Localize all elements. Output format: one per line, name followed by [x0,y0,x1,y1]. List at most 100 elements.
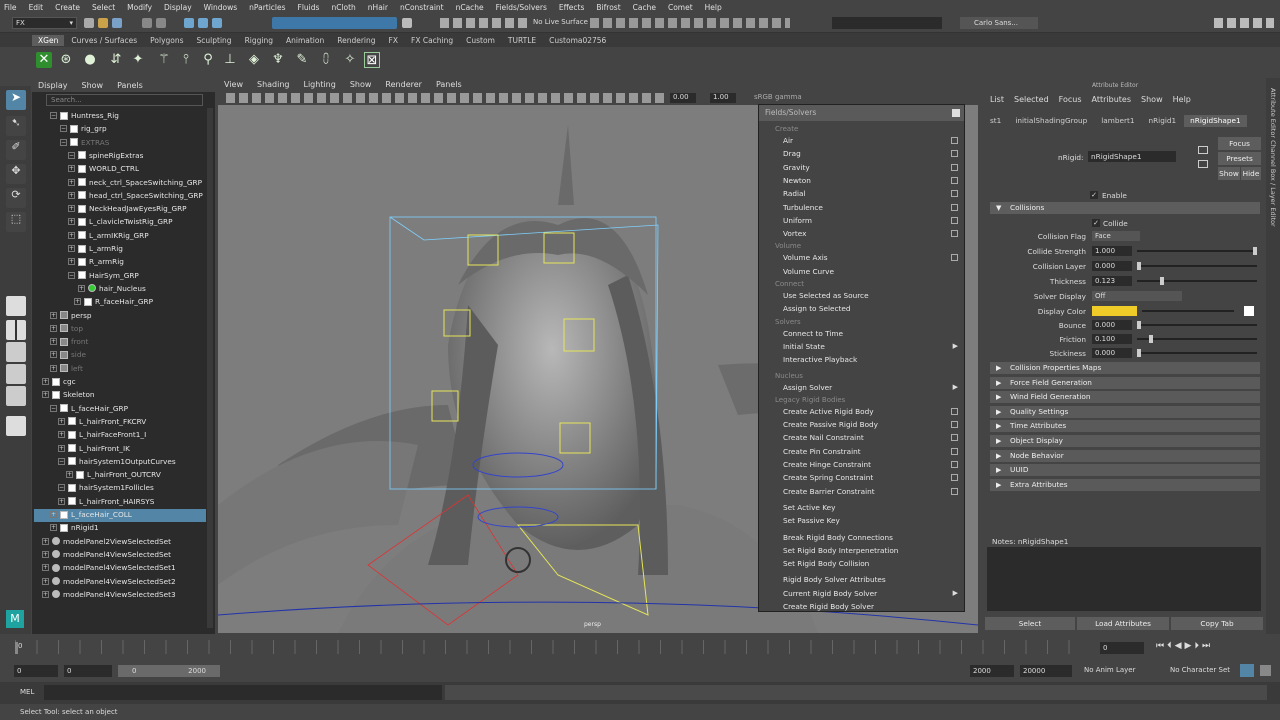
menu-nhair[interactable]: nHair [368,3,388,12]
shelf-tab-fx-caching[interactable]: FX Caching [405,35,459,46]
new-scene-icon[interactable] [84,18,94,28]
expand-toggle-icon[interactable]: + [50,524,57,532]
expand-toggle-icon[interactable]: + [58,444,65,452]
shelf-tab-polygons[interactable]: Polygons [144,35,189,46]
playback-controls[interactable]: ⏮⏴◀▶⏵⏭ [1156,641,1266,653]
attr-tab-nrigid1[interactable]: nRigid1 [1142,115,1182,127]
outliner-item[interactable]: + L_armRig [68,242,123,255]
expand-toggle-icon[interactable]: + [58,497,65,505]
menu-item-assign-solver[interactable]: Assign Solver [783,383,832,392]
expand-toggle-icon[interactable]: + [50,338,57,346]
live-surface-label[interactable]: No Live Surface [533,18,588,26]
notes-textarea[interactable] [987,547,1261,611]
attr-section-node-behavior[interactable]: ▶ Node Behavior [990,449,1260,462]
outliner-item[interactable]: + modelPanel2ViewSelectedSet [42,535,171,548]
expand-toggle-icon[interactable]: + [42,577,49,585]
xgen-cut-icon[interactable]: ⫯ [178,52,194,68]
viewport-menu-lighting[interactable]: Lighting [303,80,335,89]
attr-section-force-field-generation[interactable]: ▶ Force Field Generation [990,376,1260,389]
xgen-create-icon[interactable]: ⊛ [58,52,74,68]
menu-item-create-hinge-constraint[interactable]: Create Hinge Constraint [783,460,871,469]
sync-node-icon[interactable] [1198,160,1208,168]
option-box-icon[interactable] [951,487,958,495]
outliner-scrollbar[interactable] [207,108,213,628]
menu-ncache[interactable]: nCache [456,3,484,12]
option-box-icon[interactable] [951,421,958,429]
menu-item-create-spring-constraint[interactable]: Create Spring Constraint [783,473,873,482]
menu-item-create-active-rigid-body[interactable]: Create Active Rigid Body [783,407,874,416]
outliner-item[interactable]: + persp [50,309,92,322]
select-button[interactable]: Select [985,617,1075,630]
menu-item-newton[interactable]: Newton [783,176,811,185]
layout-persp-icon[interactable] [6,364,26,384]
menu-item-rigid-body-solver-attributes[interactable]: Rigid Body Solver Attributes [783,575,886,584]
attr-tab-initialshadinggroup[interactable]: initialShadingGroup [1009,115,1093,127]
option-box-icon[interactable] [951,434,958,442]
option-box-icon[interactable] [951,137,958,144]
expand-toggle-icon[interactable]: + [42,564,49,572]
expand-toggle-icon[interactable]: + [78,284,85,292]
attr-menu-attributes[interactable]: Attributes [1092,95,1132,104]
gamma-field[interactable]: 1.00 [710,93,736,103]
expand-toggle-icon[interactable]: + [66,471,73,479]
outliner-item[interactable]: + nRigid1 [50,521,99,534]
attr-slider[interactable] [1137,338,1257,340]
expand-toggle-icon[interactable]: + [68,258,75,266]
character-set-select[interactable]: No Character Set [1170,666,1230,674]
select-by-object-icon[interactable] [198,18,208,28]
menu-modify[interactable]: Modify [127,3,152,12]
range-playback-start-field[interactable]: 0 [64,665,112,677]
option-box-icon[interactable] [951,203,958,211]
menu-effects[interactable]: Effects [559,3,585,12]
expand-toggle-icon[interactable]: + [68,231,75,239]
color-space-select[interactable]: sRGB gamma [754,93,834,103]
layout-four-icon[interactable] [6,320,26,340]
outliner-item[interactable]: − L_faceHair_GRP [50,402,128,415]
attr-menu-focus[interactable]: Focus [1059,95,1082,104]
load-attributes-button[interactable]: Load Attributes [1077,617,1169,630]
pick-node-icon[interactable] [1198,146,1208,154]
outliner-item[interactable]: + L_clavicleTwistRig_GRP [68,215,173,228]
menu-item-create-pin-constraint[interactable]: Create Pin Constraint [783,447,861,456]
expand-toggle-icon[interactable]: + [74,298,81,306]
display-color-swatch[interactable] [1092,306,1137,316]
menu-item-create-rigid-body-solver[interactable]: Create Rigid Body Solver [783,602,874,611]
option-box-icon[interactable] [951,176,958,184]
menu-item-break-rigid-body-connections[interactable]: Break Rigid Body Connections [783,533,893,542]
menu-item-connect-to-time[interactable]: Connect to Time [783,329,843,338]
shelf-tab-xgen[interactable]: XGen [32,34,65,46]
show-button[interactable]: Show [1218,167,1240,180]
outliner-item[interactable]: + L_hairFront_OUTCRV [66,468,161,481]
attr-section-uuid[interactable]: ▶ UUID [990,464,1260,477]
expand-toggle-icon[interactable]: − [68,271,75,279]
slider-handle[interactable] [1137,321,1141,329]
outliner-item[interactable]: + front [50,335,88,348]
shelf-tab-turtle[interactable]: TURTLE [502,35,542,46]
outliner-item[interactable]: − EXTRAS [60,136,109,149]
undo-icon[interactable] [142,18,152,28]
expand-toggle-icon[interactable]: − [68,151,75,159]
attr-field-bounce[interactable]: 0.000 [1092,320,1132,330]
paint-select-icon[interactable]: ✐ [6,140,26,160]
shelf-tab-customa02756[interactable]: Customa02756 [543,35,612,46]
attr-field-collision-layer[interactable]: 0.000 [1092,261,1132,271]
input-line-field[interactable] [832,17,942,29]
attr-slider[interactable] [1137,324,1257,326]
attr-slider[interactable] [1137,352,1257,354]
attr-section-collision-properties-maps[interactable]: ▶ Collision Properties Maps [990,362,1260,374]
menu-item-create-barrier-constraint[interactable]: Create Barrier Constraint [783,487,875,496]
option-box-icon[interactable] [951,163,958,171]
outliner-item[interactable]: + cgc [42,375,76,388]
menu-item-radial[interactable]: Radial [783,189,806,198]
open-scene-icon[interactable] [98,18,108,28]
attr-tab-nrigidshape1[interactable]: nRigidShape1 [1184,115,1247,127]
range-total-field[interactable]: 20000 [1020,665,1072,677]
outliner-item[interactable]: − hairSystem1OutputCurves [58,455,176,468]
layout-two-icon[interactable] [6,342,26,362]
command-input[interactable] [44,685,442,700]
collisions-section[interactable]: ▼ Collisions [990,202,1260,214]
outliner-item[interactable]: + R_armRig [68,255,124,268]
mel-label[interactable]: MEL [20,688,34,696]
attr-field-stickiness[interactable]: 0.000 [1092,348,1132,358]
collide-checkbox[interactable]: ✓ [1092,219,1100,227]
